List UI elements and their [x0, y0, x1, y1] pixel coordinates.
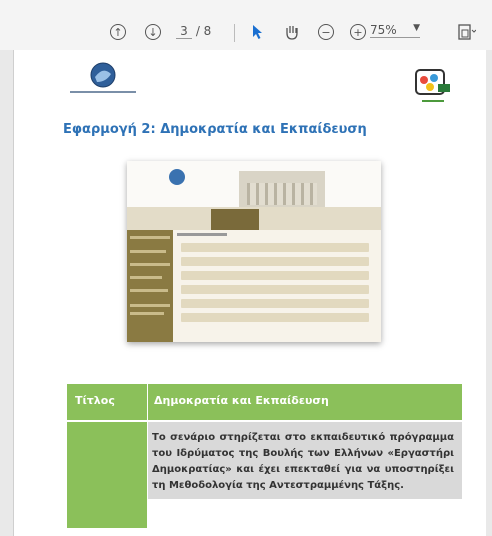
next-page-icon[interactable]: ↓ — [145, 22, 161, 42]
table-header-row: Τίτλος Δημοκρατία και Εκπαίδευση — [67, 384, 462, 420]
sidebar-line — [130, 304, 170, 307]
title-value: Δημοκρατία και Εκπαίδευση — [154, 394, 329, 407]
chevron-down-icon: ▼ — [413, 23, 420, 33]
sidebar-line — [130, 276, 162, 279]
content-bar — [181, 299, 369, 308]
website-content — [177, 233, 377, 338]
page-total: / 8 — [195, 24, 212, 38]
table-body-cell-left — [67, 422, 147, 528]
pdf-toolbar: ↑ ↓ 3 / 8 − + 75% ▼ — [0, 0, 492, 50]
description-text: Το σενάριο στηρίζεται στο εκπαιδευτικό π… — [152, 432, 454, 491]
building-columns — [247, 183, 317, 205]
zoom-in-icon[interactable]: + — [350, 22, 366, 42]
previous-page-icon[interactable]: ↑ — [110, 22, 126, 42]
embedded-website-screenshot — [127, 161, 381, 342]
select-cursor-icon[interactable] — [252, 22, 264, 42]
institution-logo — [68, 62, 138, 104]
table-body-cell-right: Το σενάριο στηρίζεται στο εκπαιδευτικό π… — [148, 422, 462, 499]
content-bar — [181, 243, 369, 252]
table-header-cell-right: Δημοκρατία και Εκπαίδευση — [147, 384, 463, 420]
toolbar-divider — [234, 24, 235, 42]
page-view-icon[interactable] — [458, 22, 476, 42]
sidebar-line — [130, 250, 166, 253]
sidebar-line — [130, 289, 168, 292]
sidebar-line — [130, 312, 164, 315]
content-bar — [181, 313, 369, 322]
website-nav-active-tab — [211, 209, 259, 230]
sidebar-line — [130, 263, 170, 266]
content-bar — [181, 271, 369, 280]
website-logo — [169, 169, 185, 185]
zoom-select[interactable]: 75% ▼ — [370, 23, 420, 38]
sidebar-line — [130, 236, 170, 239]
section-heading: Εφαρμογή 2: Δημοκρατία και Εκπαίδευση — [63, 122, 367, 137]
content-title-line — [177, 233, 227, 236]
hand-tool-icon[interactable] — [284, 22, 300, 42]
table-header-cell-left: Τίτλος — [67, 384, 147, 420]
content-bar — [181, 257, 369, 266]
page-indicator: 3 / 8 — [176, 24, 211, 39]
current-page-input[interactable]: 3 — [176, 24, 192, 39]
website-sidebar — [127, 230, 173, 342]
title-label: Τίτλος — [75, 394, 115, 407]
content-bar — [181, 285, 369, 294]
zoom-value: 75% — [370, 23, 397, 37]
website-header — [127, 161, 381, 207]
program-logo — [408, 66, 456, 106]
zoom-out-icon[interactable]: − — [318, 22, 334, 42]
